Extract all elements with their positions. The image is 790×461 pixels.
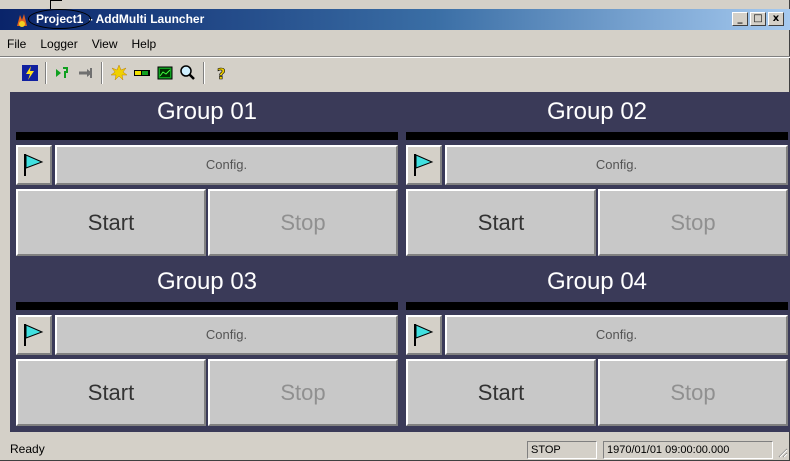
group-divider bbox=[16, 132, 398, 140]
maximize-button[interactable]: □ bbox=[750, 12, 766, 26]
flag-status bbox=[16, 145, 52, 185]
minimize-button[interactable]: _ bbox=[732, 12, 748, 26]
caption-buttons: _ □ x bbox=[730, 12, 784, 26]
lightning-icon bbox=[21, 65, 38, 81]
stop-button[interactable]: Stop bbox=[208, 189, 398, 256]
window-title: Project1 - AddMulti Launcher bbox=[28, 9, 205, 29]
arrow-button[interactable] bbox=[74, 62, 97, 85]
start-button[interactable]: Start bbox=[16, 189, 206, 256]
arrow-icon bbox=[78, 68, 92, 78]
run-button[interactable] bbox=[51, 62, 74, 85]
toolbar: ? bbox=[18, 59, 232, 87]
group-divider bbox=[16, 302, 398, 310]
config-button[interactable]: Config. bbox=[55, 145, 398, 185]
callout-tick bbox=[50, 0, 62, 1]
battery-icon bbox=[133, 70, 150, 76]
start-button[interactable]: Start bbox=[406, 359, 596, 426]
group-title: Group 01 bbox=[16, 92, 398, 132]
groups-panel: Group 01 Config. Start Stop Group 02 Con… bbox=[10, 92, 790, 432]
stop-button[interactable]: Stop bbox=[598, 359, 788, 426]
flag-status bbox=[406, 145, 442, 185]
chart-icon bbox=[157, 66, 172, 80]
status-time: 1970/01/01 09:00:00.000 bbox=[603, 441, 773, 459]
toolbar-separator bbox=[101, 62, 103, 84]
burst-icon bbox=[109, 64, 128, 81]
group-title: Group 04 bbox=[406, 262, 788, 302]
title-project-name: Project1 bbox=[28, 9, 92, 29]
menu-view[interactable]: View bbox=[85, 34, 125, 54]
battery-button[interactable] bbox=[130, 62, 153, 85]
group-divider bbox=[406, 302, 788, 310]
start-button[interactable]: Start bbox=[406, 189, 596, 256]
flag-icon bbox=[414, 324, 434, 346]
flag-icon bbox=[24, 324, 44, 346]
status-message: Ready bbox=[10, 442, 45, 456]
zoom-button[interactable] bbox=[176, 62, 199, 85]
status-bar: Ready STOP 1970/01/01 09:00:00.000 bbox=[0, 436, 790, 460]
close-button[interactable]: x bbox=[768, 12, 784, 26]
group-divider bbox=[406, 132, 788, 140]
group-04: Group 04 Config. Start Stop bbox=[400, 262, 788, 432]
status-state: STOP bbox=[527, 441, 597, 459]
title-app-name: - AddMulti Launcher bbox=[85, 12, 205, 26]
lightning-button[interactable] bbox=[18, 62, 41, 85]
burst-button[interactable] bbox=[107, 62, 130, 85]
group-02: Group 02 Config. Start Stop bbox=[400, 92, 788, 262]
help-icon: ? bbox=[216, 65, 226, 82]
chart-button[interactable] bbox=[153, 62, 176, 85]
menu-help[interactable]: Help bbox=[125, 34, 164, 54]
group-03: Group 03 Config. Start Stop bbox=[10, 262, 398, 432]
app-window: Project1 - AddMulti Launcher _ □ x File … bbox=[0, 0, 790, 461]
stop-button[interactable]: Stop bbox=[598, 189, 788, 256]
group-01: Group 01 Config. Start Stop bbox=[10, 92, 398, 262]
config-button[interactable]: Config. bbox=[445, 145, 788, 185]
svg-text:?: ? bbox=[217, 65, 226, 82]
menu-logger[interactable]: Logger bbox=[33, 34, 84, 54]
toolbar-separator bbox=[45, 62, 47, 84]
config-button[interactable]: Config. bbox=[55, 315, 398, 355]
menu-file[interactable]: File bbox=[0, 34, 33, 54]
run-icon bbox=[55, 67, 68, 78]
resize-grip-icon[interactable] bbox=[776, 446, 788, 458]
flag-status bbox=[16, 315, 52, 355]
menu-bar: File Logger View Help bbox=[0, 34, 163, 54]
config-button[interactable]: Config. bbox=[445, 315, 788, 355]
title-bar[interactable]: Project1 - AddMulti Launcher _ □ x bbox=[0, 9, 790, 30]
group-title: Group 02 bbox=[406, 92, 788, 132]
help-button[interactable]: ? bbox=[209, 62, 232, 85]
start-button[interactable]: Start bbox=[16, 359, 206, 426]
zoom-icon bbox=[179, 65, 195, 80]
title-highlight-ellipse bbox=[28, 9, 92, 29]
flag-icon bbox=[24, 154, 44, 176]
stop-button[interactable]: Stop bbox=[208, 359, 398, 426]
group-title: Group 03 bbox=[16, 262, 398, 302]
menu-divider-highlight bbox=[0, 57, 790, 58]
toolbar-separator bbox=[203, 62, 205, 84]
flag-icon bbox=[414, 154, 434, 176]
flag-status bbox=[406, 315, 442, 355]
